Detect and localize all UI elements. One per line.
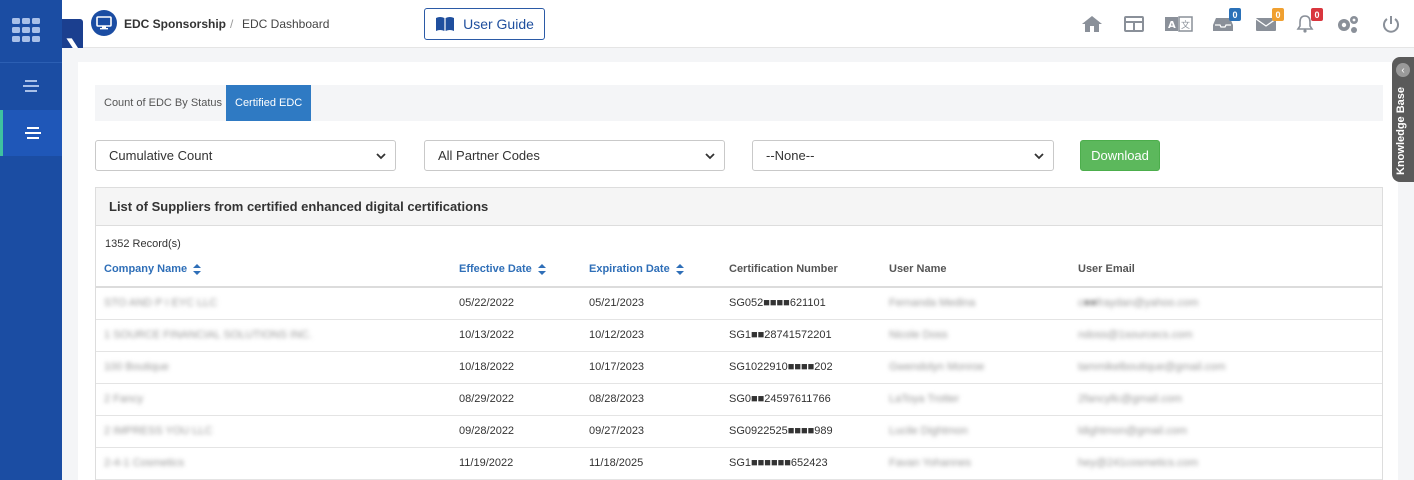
- user-guide-label: User Guide: [463, 16, 534, 32]
- table-row[interactable]: 1 SOURCE FINANCIAL SOLUTIONS INC. 10/13/…: [96, 320, 1382, 352]
- cell-company: 2-4-1 Cosmetics: [104, 457, 185, 469]
- chevron-down-icon: [705, 153, 715, 160]
- cell-cert-number: SG0■■24597611766: [729, 393, 831, 405]
- cell-effective-date: 10/13/2022: [459, 329, 515, 341]
- cell-expiration-date: 11/18/2025: [589, 457, 644, 469]
- knowledge-base-tab[interactable]: ‹ Knowledge Base: [1392, 57, 1414, 182]
- power-icon[interactable]: [1379, 12, 1403, 36]
- svg-text:文: 文: [1181, 19, 1190, 31]
- user-guide-button[interactable]: User Guide: [424, 8, 545, 40]
- sort-icon: [675, 263, 684, 275]
- bell-icon[interactable]: 0: [1293, 8, 1323, 36]
- menu-lines-icon: [23, 80, 39, 92]
- cell-user-name: Nicole Doss: [889, 329, 948, 341]
- column-header-effective-date[interactable]: Effective Date: [459, 263, 546, 275]
- tab-certified-edc[interactable]: Certified EDC: [226, 85, 312, 121]
- cell-effective-date: 08/29/2022: [459, 393, 515, 405]
- cell-user-email: c■■fraydan@yahoo.com: [1078, 297, 1199, 309]
- chevron-down-icon: [376, 153, 386, 160]
- cell-user-email: tammikelboutique@gmail.com: [1078, 361, 1226, 373]
- column-header-company[interactable]: Company Name: [104, 263, 202, 275]
- rail-menu-item-1[interactable]: [0, 63, 62, 109]
- sort-icon: [193, 263, 202, 275]
- record-count: 1352 Record(s): [105, 238, 181, 250]
- table-row[interactable]: 100 Boutique 10/18/2022 10/17/2023 SG102…: [96, 352, 1382, 384]
- cell-cert-number: SG0922525■■■■989: [729, 425, 833, 437]
- cell-company: STO AND P I EYC LLC: [104, 297, 218, 309]
- column-header-user-name: User Name: [889, 263, 947, 275]
- cell-expiration-date: 10/12/2023: [589, 329, 645, 341]
- column-header-user-email: User Email: [1078, 263, 1135, 275]
- app-grid-button[interactable]: [0, 0, 62, 62]
- cell-expiration-date: 09/27/2023: [589, 425, 645, 437]
- cell-cert-number: SG052■■■■621101: [729, 297, 826, 309]
- cell-effective-date: 09/28/2022: [459, 425, 515, 437]
- chevron-down-icon: [1034, 153, 1044, 160]
- partner-codes-select[interactable]: All Partner Codes: [424, 140, 725, 171]
- partner-codes-value: All Partner Codes: [438, 148, 540, 163]
- cell-cert-number: SG1022910■■■■202: [729, 361, 833, 373]
- cell-company: 1 SOURCE FINANCIAL SOLUTIONS INC.: [104, 329, 313, 341]
- suppliers-panel: List of Suppliers from certified enhance…: [95, 187, 1383, 480]
- cell-user-email: ndoss@1sourcecs.com: [1078, 329, 1193, 341]
- inbox-icon[interactable]: 0: [1211, 8, 1241, 36]
- download-button[interactable]: Download: [1080, 140, 1160, 171]
- messages-count-badge: 0: [1272, 8, 1284, 21]
- home-icon[interactable]: [1080, 12, 1104, 36]
- table-row[interactable]: 2 IMPRESS YOU LLC 09/28/2022 09/27/2023 …: [96, 416, 1382, 448]
- cell-expiration-date: 08/28/2023: [589, 393, 645, 405]
- count-type-select[interactable]: Cumulative Count: [95, 140, 396, 171]
- cell-user-name: Gwendolyn Monroe: [889, 361, 985, 373]
- cell-company: 100 Boutique: [104, 361, 169, 373]
- cell-effective-date: 05/22/2022: [459, 297, 515, 309]
- cell-user-email: ldightmon@gmail.com: [1078, 425, 1187, 437]
- column-header-cert-number: Certification Number: [729, 263, 838, 275]
- breadcrumb-current: EDC Dashboard: [242, 17, 330, 31]
- cell-company: 2 IMPRESS YOU LLC: [104, 425, 213, 437]
- alerts-count-badge: 0: [1311, 8, 1323, 21]
- secondary-filter-value: --None--: [766, 148, 815, 163]
- chevron-left-icon[interactable]: ‹: [1396, 63, 1410, 77]
- rail-menu-item-2[interactable]: [0, 110, 62, 156]
- table-row[interactable]: 2-4-1 Cosmetics 11/19/2022 11/18/2025 SG…: [96, 448, 1382, 480]
- breadcrumb-primary[interactable]: EDC Sponsorship: [124, 17, 226, 31]
- column-header-expiration-date[interactable]: Expiration Date: [589, 263, 684, 275]
- translate-icon[interactable]: A文: [1164, 12, 1194, 36]
- cell-user-email: hey@241cosmetics.com: [1078, 457, 1198, 469]
- cell-effective-date: 10/18/2022: [459, 361, 515, 373]
- breadcrumb-separator: /: [230, 17, 234, 31]
- cell-company: 2 Fancy: [104, 393, 144, 405]
- cell-user-email: 2fancyllc@gmail.com: [1078, 393, 1183, 405]
- sort-icon: [537, 263, 546, 275]
- monitor-icon: [91, 10, 117, 36]
- cell-cert-number: SG1■■■■■■652423: [729, 457, 828, 469]
- count-type-value: Cumulative Count: [109, 148, 213, 163]
- secondary-filter-select[interactable]: --None--: [752, 140, 1054, 171]
- book-icon: [436, 17, 455, 31]
- cell-expiration-date: 10/17/2023: [589, 361, 645, 373]
- tab-count-by-status[interactable]: Count of EDC By Status: [95, 85, 231, 121]
- cell-expiration-date: 05/21/2023: [589, 297, 645, 309]
- grid-icon: [12, 18, 40, 42]
- gears-icon[interactable]: [1336, 12, 1360, 36]
- inbox-count-badge: 0: [1229, 8, 1241, 21]
- table-row[interactable]: 2 Fancy 08/29/2022 08/28/2023 SG0■■24597…: [96, 384, 1382, 416]
- panel-title: List of Suppliers from certified enhance…: [96, 188, 1382, 226]
- table-row[interactable]: STO AND P I EYC LLC 05/22/2022 05/21/202…: [96, 288, 1382, 320]
- envelope-icon[interactable]: 0: [1254, 8, 1284, 36]
- cell-effective-date: 11/19/2022: [459, 457, 514, 469]
- cell-user-name: Lucile Dightmon: [889, 425, 968, 437]
- tab-bar: Count of EDC By Status Certified EDC: [95, 85, 1383, 121]
- menu-lines-icon: [24, 127, 41, 139]
- cell-user-name: Fernanda Medina: [889, 297, 976, 309]
- dashboard-table-icon[interactable]: [1122, 12, 1146, 36]
- cell-user-name: Favan Yohannes: [889, 457, 971, 469]
- cell-user-name: LaToya Trotter: [889, 393, 960, 405]
- knowledge-base-label: Knowledge Base: [1395, 86, 1407, 175]
- svg-text:A: A: [1168, 20, 1176, 31]
- cell-cert-number: SG1■■28741572201: [729, 329, 832, 341]
- top-header: EDC Sponsorship / EDC Dashboard User Gui…: [83, 0, 1414, 48]
